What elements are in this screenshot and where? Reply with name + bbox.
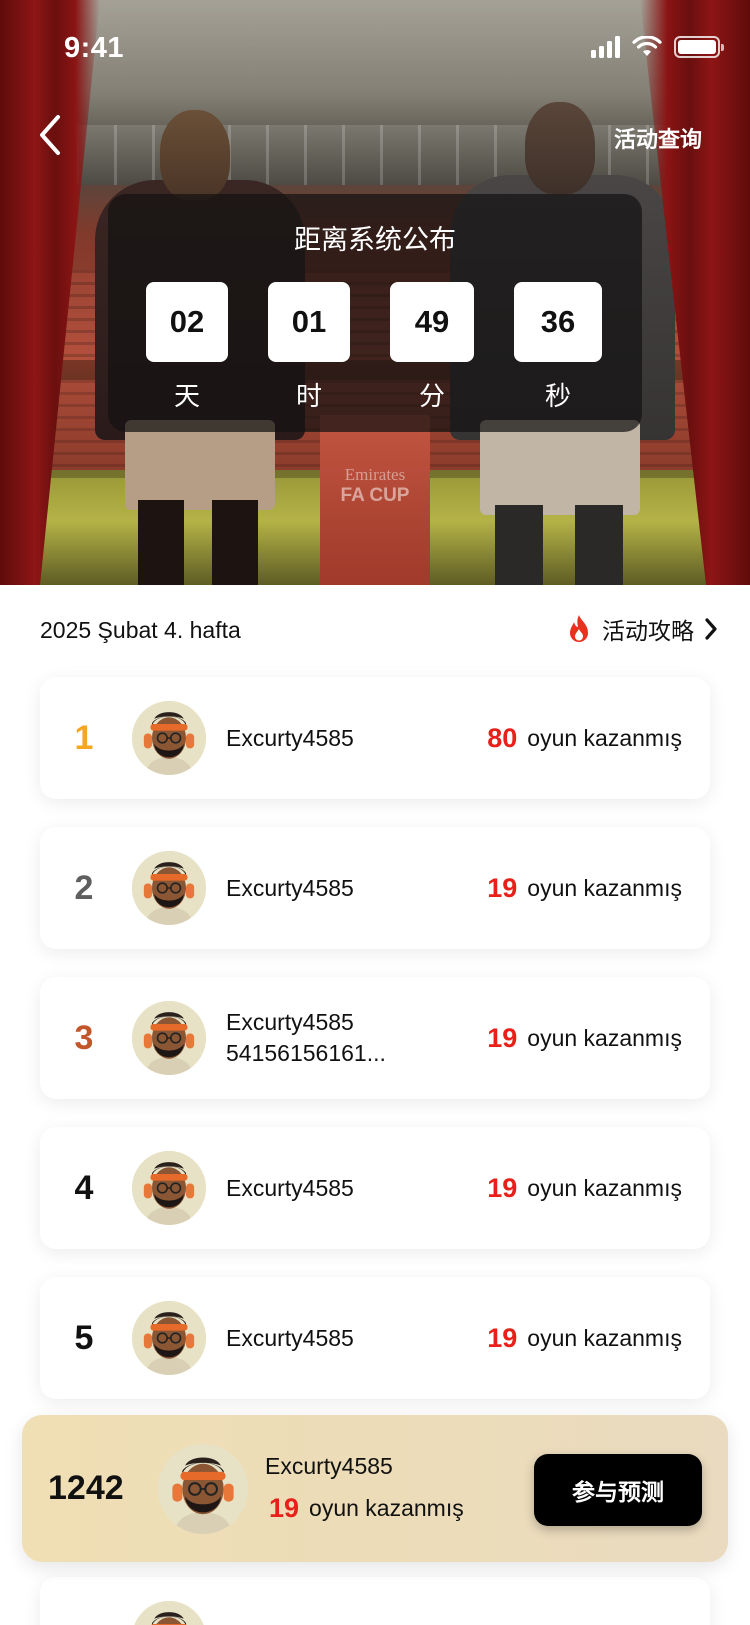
my-rank-number: 1242 <box>48 1469 124 1507</box>
username-line: Excurty4585 <box>226 1324 354 1351</box>
wins-summary: 19 oyun kazanmış <box>487 827 682 949</box>
countdown-hours: 01 时 <box>268 282 350 413</box>
trophy-cup-text: FA CUP <box>340 485 410 506</box>
avatar <box>132 1151 206 1225</box>
avatar-icon <box>158 1444 248 1534</box>
fire-icon <box>570 615 588 642</box>
player-left-head <box>160 110 230 200</box>
player-right-shorts <box>480 420 640 515</box>
week-label: 2025 Şubat 4. hafta <box>40 617 241 643</box>
avatar-icon <box>132 1151 206 1225</box>
avatar <box>158 1444 248 1534</box>
countdown-title: 距离系统公布 <box>294 225 456 255</box>
countdown-hours-label: 时 <box>295 381 322 411</box>
my-rank-card: 1242 Excurty4585 19 oyun kazanmış 参与预测 <box>22 1415 728 1562</box>
wins-label: oyun kazanmış <box>527 1324 682 1351</box>
username-line: Excurty4585 <box>226 1174 354 1201</box>
username-line: Excurty4585 <box>226 1009 354 1035</box>
fa-cup-trophy-stand: Emirates FA CUP <box>320 415 430 585</box>
wins-label: oyun kazanmış <box>527 874 682 901</box>
wins-label: oyun kazanmış <box>527 1024 682 1051</box>
chevron-right-icon <box>705 618 717 640</box>
leaderboard-row[interactable]: 4 Excurty4585 19 oyun kazanmış <box>40 1127 710 1249</box>
back-button[interactable] <box>30 110 70 160</box>
leaderboard-row[interactable]: 5 Excurty4585 19 oyun kazanmış <box>40 1277 710 1399</box>
countdown-minutes: 49 分 <box>390 282 474 413</box>
rank-number: 1 <box>74 718 94 757</box>
wins-summary: 19 oyun kazanmış <box>487 1127 682 1249</box>
wins-count: 19 <box>487 1022 518 1053</box>
countdown-days-value: 02 <box>146 282 228 362</box>
username-line: Excurty4585 <box>226 724 354 751</box>
wins-count: 19 <box>487 1322 518 1353</box>
leaderboard-row[interactable]: 3 Excurty4585 54156156161... 19 oyun kaz… <box>40 977 710 1099</box>
countdown-days: 02 天 <box>146 282 228 413</box>
my-username: Excurty4585 <box>265 1453 393 1479</box>
username: Excurty4585 54156156161... <box>226 977 386 1099</box>
username-line: Excurty4585 <box>226 874 354 901</box>
avatar <box>132 1601 206 1625</box>
player-right-legs <box>495 505 625 585</box>
avatar-icon <box>132 1001 206 1075</box>
avatar-icon <box>132 1301 206 1375</box>
player-left-legs <box>138 500 258 585</box>
leaderboard-row[interactable]: 1 Excurty4585 80 oyun kazanmış <box>40 677 710 799</box>
rank-number: 3 <box>74 1018 94 1057</box>
avatar-icon <box>132 701 206 775</box>
player-right-head <box>525 102 595 194</box>
my-wins-summary: 19 oyun kazanmış <box>269 1493 464 1524</box>
countdown-seconds-label: 秒 <box>544 381 571 411</box>
wifi-icon <box>632 36 662 56</box>
activity-query-link[interactable]: 活动查询 <box>614 122 702 154</box>
countdown-seconds-value: 36 <box>514 282 602 362</box>
leaderboard-row[interactable]: 2 Excurty4585 19 oyun kazanmış <box>40 827 710 949</box>
player-left-shorts <box>125 420 275 510</box>
wins-count: 19 <box>487 872 518 903</box>
status-icons <box>591 36 724 58</box>
my-wins-count: 19 <box>269 1493 300 1523</box>
username-line-2: 54156156161... <box>226 1040 386 1066</box>
username: Excurty4585 <box>226 1127 354 1249</box>
hero-banner: Emirates FA CUP 9:41 活动查询 距离系统公布 02 天 01… <box>0 0 750 585</box>
wins-count: 80 <box>487 722 518 753</box>
avatar <box>132 1001 206 1075</box>
avatar-icon <box>132 851 206 925</box>
rank-number: 5 <box>74 1318 94 1357</box>
username: Excurty4585 <box>226 827 354 949</box>
activity-guide-label: 活动攻略 <box>602 618 694 644</box>
countdown-minutes-value: 49 <box>390 282 474 362</box>
rank-number: 2 <box>74 868 94 907</box>
avatar <box>132 851 206 925</box>
trophy-sponsor-text: Emirates <box>344 465 406 484</box>
username: Excurty4585 <box>226 677 354 799</box>
status-time: 9:41 <box>64 32 125 64</box>
avatar <box>132 1301 206 1375</box>
wins-label: oyun kazanmış <box>527 1174 682 1201</box>
avatar <box>132 701 206 775</box>
wins-summary: 80 oyun kazanmış <box>487 677 682 799</box>
wins-count: 19 <box>487 1172 518 1203</box>
activity-guide-link[interactable]: 活动攻略 <box>566 612 718 646</box>
wins-summary: 19 oyun kazanmış <box>487 1277 682 1399</box>
username: Excurty4585 <box>226 1277 354 1399</box>
countdown-days-label: 天 <box>173 381 200 411</box>
countdown-hours-value: 01 <box>268 282 350 362</box>
signal-icon <box>591 36 620 58</box>
countdown-panel: 距离系统公布 02 天 01 时 49 分 36 秒 <box>108 194 642 432</box>
back-chevron-icon <box>40 115 60 155</box>
avatar-icon <box>132 1601 206 1625</box>
countdown-minutes-label: 分 <box>418 381 445 411</box>
my-wins-label: oyun kazanmış <box>309 1495 464 1521</box>
rank-number: 4 <box>74 1168 94 1207</box>
wins-label: oyun kazanmış <box>527 724 682 751</box>
wins-summary: 19 oyun kazanmış <box>487 977 682 1099</box>
join-prediction-button[interactable]: 参与预测 <box>534 1454 702 1526</box>
week-header: 2025 Şubat 4. hafta 活动攻略 <box>0 585 750 675</box>
leaderboard-row-partial[interactable] <box>40 1577 710 1625</box>
countdown-seconds: 36 秒 <box>514 282 602 413</box>
battery-icon <box>674 36 724 58</box>
